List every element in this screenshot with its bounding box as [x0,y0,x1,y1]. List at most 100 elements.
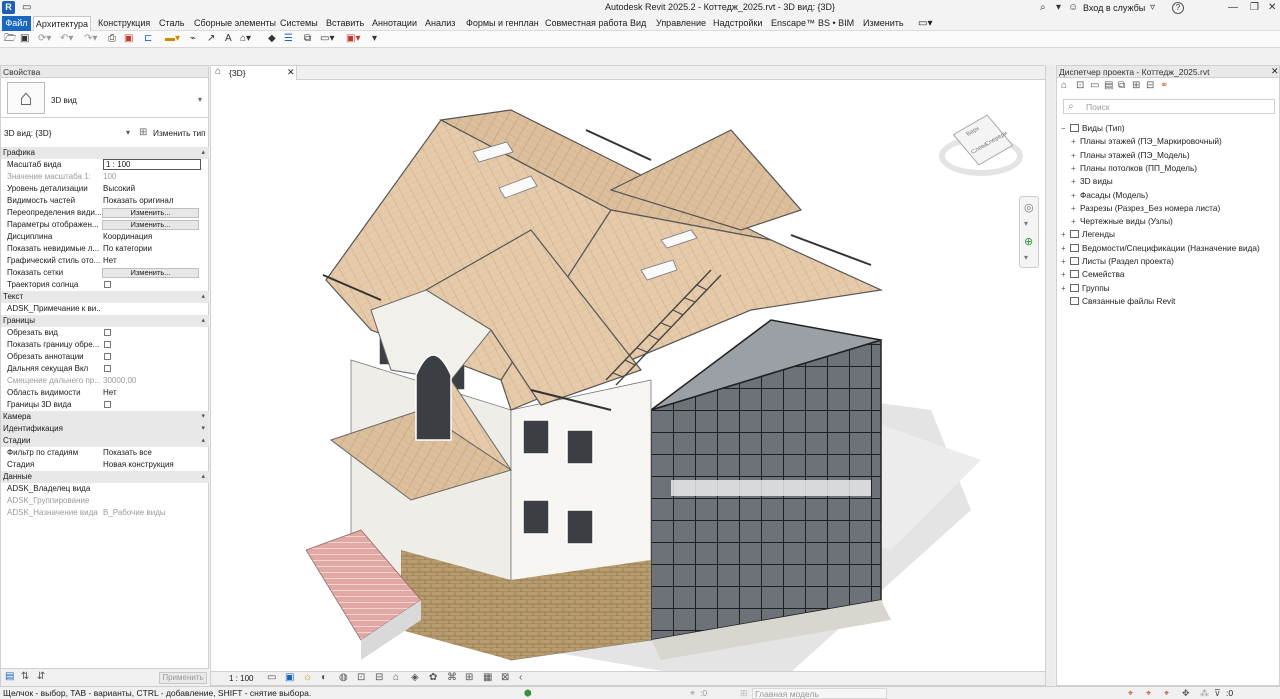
tab-insert[interactable]: Вставить [326,16,364,31]
property-row[interactable]: Дальняя секущая Вкл [1,363,209,375]
switch-windows-icon[interactable]: ▭▾ [320,33,334,45]
undo-icon[interactable]: ↶▾ [60,33,73,45]
sort-az-icon[interactable]: ⇅ [21,671,29,682]
view-scrollbar[interactable] [1046,65,1055,686]
link-icon[interactable]: ⚭ [1160,80,1168,91]
tab-precast[interactable]: Сборные элементы [194,16,276,31]
crop-icon[interactable]: ⊡ [357,672,365,683]
property-group-header[interactable]: Стадии ▴ [1,435,209,447]
property-row[interactable]: Показать невидимые л... По категории [1,243,209,255]
tree-item[interactable]: + Ведомости/Спецификации (Назначение вида… [1061,242,1260,255]
detail-level-icon[interactable]: ▭ [267,672,276,683]
expand-icon[interactable]: + [1071,175,1080,188]
property-group-header[interactable]: Данные ▴ [1,471,209,483]
property-checkbox[interactable] [104,341,111,348]
open-icon[interactable]: ▭ [22,2,31,14]
tab-view[interactable]: Вид [630,16,646,31]
property-input[interactable]: 1 : 100 [103,159,201,170]
collapse-icon[interactable]: − [1061,122,1070,135]
property-group-header[interactable]: Текст ▴ [1,291,209,303]
tab-addins[interactable]: Надстройки [713,16,762,31]
view-scale[interactable]: 1 : 100 [229,674,253,683]
thin-lines-icon[interactable]: ☰ [284,33,293,45]
property-group-header[interactable]: Камера ▾ [1,411,209,423]
lock-view-icon[interactable]: ⌂ [393,672,399,683]
model-canvas[interactable] [211,80,1045,672]
edit-button[interactable]: Изменить... [102,220,199,230]
tab-modify[interactable]: Изменить [863,16,904,31]
edit-button[interactable]: Изменить... [102,208,199,218]
cart-icon[interactable]: ▿ [1150,2,1155,14]
property-group-header[interactable]: Идентификация ▾ [1,423,209,435]
steering-wheel-icon[interactable]: ◎ [1024,201,1034,214]
dimension-icon[interactable]: ▬▾ [165,33,180,45]
property-row[interactable]: ADSK_Группирование [1,495,209,507]
expand-icon[interactable]: + [1071,189,1080,202]
tree-item[interactable]: + Семейства [1061,268,1124,281]
chevron-down-icon[interactable]: ▾ [126,128,130,137]
reveal-hidden-icon[interactable]: ✿ [429,672,437,683]
chevron-down-icon[interactable]: ▾ [201,423,205,435]
property-row[interactable]: Смещение дальнего пр... 30000,00 [1,375,209,387]
print-icon[interactable]: ⎙ [108,33,116,45]
signin-button[interactable]: Вход в службы [1083,3,1145,13]
property-checkbox[interactable] [104,281,111,288]
tab-systems[interactable]: Системы [280,16,318,31]
chevron-up-icon[interactable]: ▴ [201,471,205,483]
tab-file[interactable]: Файл [2,16,31,31]
chevron-up-icon[interactable]: ▴ [201,435,205,447]
view-window[interactable]: ⌂ {3D} ✕ Верх Слева Спереди ◎ ▾ ⊕ ▾ 1: … [210,65,1046,686]
select-links-icon[interactable]: ⌖ [1128,687,1133,699]
save-icon[interactable]: ▣ [20,33,29,45]
instance-selector[interactable]: 3D вид: {3D} [4,128,52,138]
expand-icon[interactable]: + [1061,268,1070,281]
property-row[interactable]: Границы 3D вида [1,399,209,411]
property-row[interactable]: Параметры отображен... Изменить... [1,219,209,231]
property-row[interactable]: Обрезать вид [1,327,209,339]
workset-icon[interactable]: ⬢ [524,687,532,699]
chevron-down-icon[interactable]: ▾ [1056,2,1061,14]
browser-search[interactable]: ⌕ Поиск [1063,99,1275,114]
close-icon[interactable]: ✕ [1271,66,1279,77]
close-hidden-icon[interactable]: ▣ [124,33,133,45]
tree-item[interactable]: Связанные файлы Revit [1061,295,1175,308]
chevron-down-icon[interactable]: ▾ [198,95,202,104]
property-row[interactable]: ADSK_Примечание к ви... [1,303,209,315]
tab-steel[interactable]: Сталь [159,16,184,31]
tree-item[interactable]: + Планы потолков (ПП_Модель) [1071,162,1197,175]
tag-icon[interactable]: ⌁ [190,33,196,45]
property-row[interactable]: Дисциплина Координация [1,231,209,243]
qat-dropdown-icon[interactable]: ▾ [372,33,377,45]
tab-massing-site[interactable]: Формы и генплан [466,16,539,31]
property-row[interactable]: Графический стиль ото... Нет [1,255,209,267]
temp-hide-icon[interactable]: ◈ [411,672,419,683]
tree-item[interactable]: + Чертежные виды (Узлы) [1071,215,1173,228]
property-row[interactable]: ADSK_Назначение вида В_Рабочие виды [1,507,209,519]
property-row[interactable]: ADSK_Владелец вида [1,483,209,495]
property-row[interactable]: Масштаб вида 1 : 100 [1,159,209,171]
chevron-down-icon[interactable]: ▾ [1024,219,1028,228]
property-checkbox[interactable] [104,401,111,408]
expand-icon[interactable]: + [1071,149,1080,162]
expand-icon[interactable]: + [1061,228,1070,241]
property-row[interactable]: Фильтр по стадиям Показать все [1,447,209,459]
tab-collaborate[interactable]: Совместная работа [545,16,627,31]
tab-architecture[interactable]: Архитектура [33,16,91,31]
property-checkbox[interactable] [104,365,111,372]
property-row[interactable]: Траектория солнца [1,279,209,291]
group-icon[interactable]: ⊞ [1132,80,1140,91]
type-selector[interactable]: ⌂ 3D вид ▾ [1,78,209,118]
property-row[interactable]: Обрезать аннотации [1,351,209,363]
measure-icon[interactable]: ⊏ [144,33,152,45]
viewcube[interactable]: Верх Слева Спереди [937,114,1027,184]
ribbon-toggle-icon[interactable]: ▭▾ [918,16,932,31]
chevron-up-icon[interactable]: ▴ [201,147,205,159]
property-row[interactable]: Область видимости Нет [1,387,209,399]
expand-icon[interactable]: + [1061,282,1070,295]
property-row[interactable]: Показать границу обре... [1,339,209,351]
expand-icon[interactable]: + [1071,135,1080,148]
highlight-icon[interactable]: ▦ [483,672,492,683]
filter-icon[interactable]: ⊽ [1214,687,1221,699]
close-tab-icon[interactable]: ✕ [287,67,295,78]
chevron-up-icon[interactable]: ▴ [201,315,205,327]
